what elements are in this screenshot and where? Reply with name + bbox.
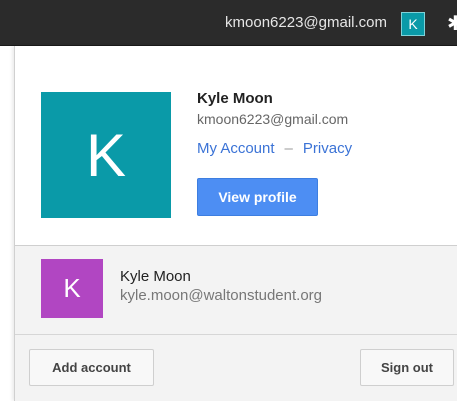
sign-out-button[interactable]: Sign out: [360, 349, 454, 386]
primary-account-email: kmoon6223@gmail.com: [197, 111, 349, 127]
top-bar: kmoon6223@gmail.com K ✱: [0, 0, 457, 46]
primary-account-section: K Kyle Moon kmoon6223@gmail.com My Accou…: [15, 46, 457, 246]
my-account-link[interactable]: My Account: [197, 140, 275, 157]
view-profile-button[interactable]: View profile: [197, 178, 318, 216]
primary-avatar[interactable]: K: [41, 92, 171, 218]
link-separator: –: [284, 140, 293, 157]
account-links: My Account – Privacy: [197, 140, 352, 157]
add-account-button[interactable]: Add account: [29, 349, 154, 386]
popup-footer: Add account Sign out: [15, 335, 457, 401]
secondary-account-email: kyle.moon@waltonstudent.org: [120, 287, 323, 304]
privacy-link[interactable]: Privacy: [303, 140, 352, 157]
secondary-account-name: Kyle Moon: [120, 268, 191, 285]
gear-icon[interactable]: ✱: [447, 12, 457, 36]
secondary-avatar: K: [41, 259, 103, 318]
secondary-account-row[interactable]: K Kyle Moon kyle.moon@waltonstudent.org: [15, 246, 457, 334]
primary-account-name: Kyle Moon: [197, 90, 273, 107]
topbar-avatar[interactable]: K: [401, 12, 425, 36]
account-popup: K Kyle Moon kmoon6223@gmail.com My Accou…: [14, 46, 457, 401]
topbar-account-email[interactable]: kmoon6223@gmail.com: [225, 14, 387, 31]
